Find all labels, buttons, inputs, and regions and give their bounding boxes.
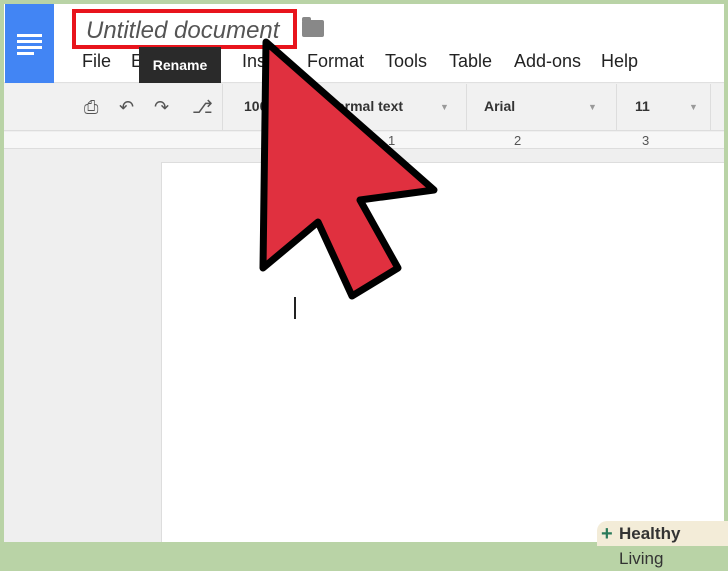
- watermark: + Healthy Living: [597, 521, 728, 568]
- watermark-light: Living: [619, 549, 664, 568]
- watermark-bold: Healthy: [619, 524, 681, 543]
- pointer-arrow-icon: [259, 38, 438, 300]
- logo-icon: +: [601, 523, 613, 545]
